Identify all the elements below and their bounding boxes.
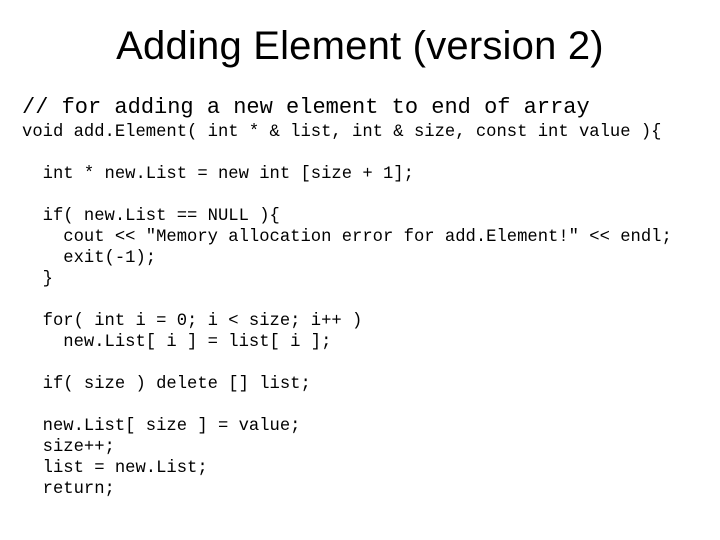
code-block: void add.Element( int * & list, int & si… — [22, 123, 698, 501]
slide-title: Adding Element (version 2) — [22, 24, 698, 69]
slide: Adding Element (version 2) // for adding… — [0, 0, 720, 540]
code-comment: // for adding a new element to end of ar… — [22, 95, 698, 121]
